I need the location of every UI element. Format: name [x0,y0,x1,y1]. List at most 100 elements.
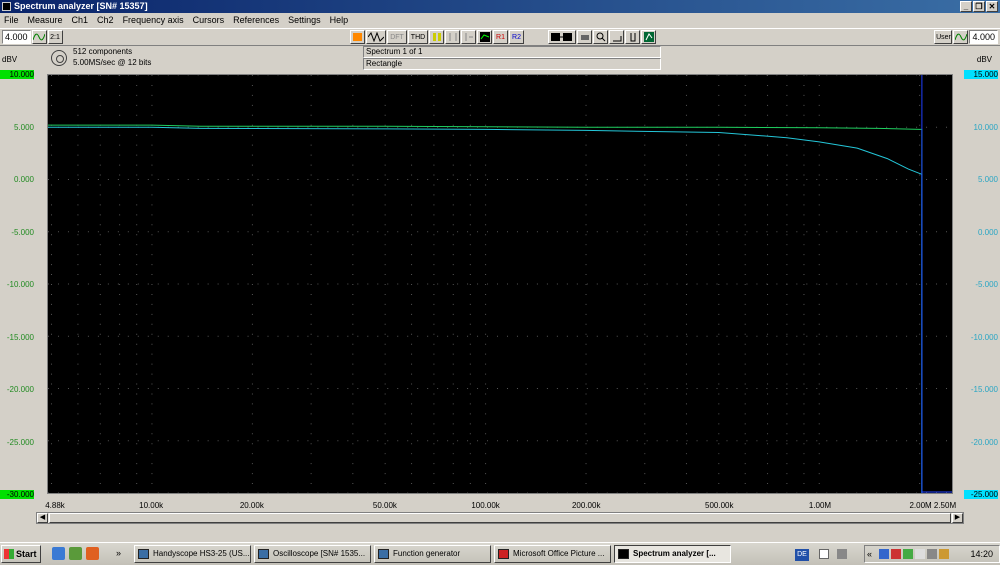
scroll-thumb[interactable] [49,513,951,523]
left-tick-label: 0.000 [13,175,34,184]
ch2-waveform-icon[interactable] [953,30,969,44]
network-icon[interactable] [879,549,889,559]
system-tray: DE « 14:20 [795,545,1000,563]
menu-ch2[interactable]: Ch2 [93,14,119,27]
horizontal-scrollbar[interactable]: ◀ ▶ [36,512,964,524]
security-icon[interactable] [891,549,901,559]
cursor-icon[interactable] [445,30,460,44]
spectrum-plot[interactable] [47,74,953,494]
waveform-view-icon[interactable] [366,30,386,44]
tray-expand-icon[interactable]: « [867,549,875,559]
task-picture-manager[interactable]: Microsoft Office Picture ... [494,545,611,563]
oscilloscope-app-icon [258,549,269,559]
right-tick-label: 15.000 [964,70,998,79]
ch1-waveform-icon[interactable] [31,30,47,44]
dft-button[interactable]: DFT [387,30,407,44]
signal-icon[interactable] [350,30,365,44]
menu-bar: File Measure Ch1 Ch2 Frequency axis Curs… [0,14,1000,27]
x-tick-label: 50.00k [372,501,397,510]
menu-measure[interactable]: Measure [24,14,68,27]
handyscope-app-icon [138,549,149,559]
close-button[interactable]: ✕ [986,1,998,12]
minimize-button[interactable]: _ [960,1,972,12]
wireless-icon[interactable] [915,549,925,559]
menu-ch1[interactable]: Ch1 [68,14,94,27]
right-tick-label: 10.000 [973,122,998,132]
menu-file[interactable]: File [0,14,24,27]
right-tick-label: 0.000 [977,227,998,237]
scroll-left-arrow-icon[interactable]: ◀ [37,513,48,523]
right-tick-label: -25.000 [964,490,998,499]
menu-cursors[interactable]: Cursors [189,14,230,27]
volume-icon[interactable] [927,549,937,559]
task-handyscope[interactable]: Handyscope HS3-25 (US... [134,545,251,563]
r1-button[interactable]: R1 [493,30,508,44]
scroll-right-arrow-icon[interactable]: ▶ [952,513,963,523]
x-tick-label: 1.00M [808,501,832,510]
right-tick-label: -5.000 [975,280,998,289]
scope-icon[interactable] [641,30,656,44]
ch1-zoom-toggle[interactable]: 2:1 [47,30,63,44]
x-tick-label: 500.00k [705,501,734,510]
print-icon[interactable] [577,30,592,44]
title-bar: Spectrum analyzer [SN# 15357] _ ❐ ✕ [0,0,1000,13]
explorer-icon[interactable] [69,547,82,560]
left-tick-label: -30.000 [0,490,34,499]
r2-button[interactable]: R2 [509,30,524,44]
language-indicator[interactable]: DE [795,549,809,561]
pause-icon[interactable] [429,30,444,44]
task-function-generator[interactable]: Function generator [374,545,491,563]
connect-icon[interactable] [548,30,576,44]
magnifier-icon[interactable] [593,30,608,44]
marker-icon[interactable] [625,30,640,44]
spectrum-plot-svg [48,75,952,493]
right-tick-label: -15.000 [970,385,998,394]
function-generator-app-icon [378,549,389,559]
left-tick-label: -10.000 [6,280,34,289]
help-icon[interactable] [819,549,829,559]
right-tick-label: -20.000 [970,437,998,447]
windows-logo-icon [4,549,14,559]
left-tick-label: -20.000 [6,385,34,394]
left-tick-label: -25.000 [6,437,34,447]
record-icon[interactable] [51,50,67,66]
user-button[interactable]: User [934,30,953,44]
window-function[interactable]: Rectangle [363,58,661,70]
cursor-alt-icon[interactable] [461,30,476,44]
start-button[interactable]: Start [1,545,41,563]
spectrum-analyzer-window: Spectrum analyzer [SN# 15357] _ ❐ ✕ File… [0,0,1000,565]
menu-settings[interactable]: Settings [284,14,326,27]
x-tick-label: 2.50M [933,501,957,510]
safely-remove-icon[interactable] [903,549,913,559]
power-icon[interactable] [939,549,949,559]
menu-references[interactable]: References [229,14,284,27]
left-tick-label: 5.000 [13,122,34,132]
reference-icon[interactable] [477,30,492,44]
clock: 14:20 [970,549,993,559]
export-icon[interactable] [609,30,624,44]
toolbar: 4.000 2:1 DFT THD R1 R2 User 4.000 [0,28,1000,46]
ch2-sensitivity-value[interactable]: 4.000 [969,30,998,44]
pen-icon[interactable] [837,549,847,559]
quicklaunch-more-icon[interactable]: » [116,547,124,560]
sample-rate: 5.00MS/sec @ 12 bits [73,58,152,67]
right-axis-unit: dBV [976,55,992,64]
x-tick-label: 200.00k [571,501,601,510]
task-spectrum-analyzer[interactable]: Spectrum analyzer [... [614,545,731,563]
restore-button[interactable]: ❐ [973,1,985,12]
menu-frequency-axis[interactable]: Frequency axis [119,14,189,27]
ch1-spectrum-line [48,124,923,493]
ch1-sensitivity-value[interactable]: 4.000 [2,30,31,44]
ie-icon[interactable] [52,547,65,560]
task-oscilloscope[interactable]: Oscilloscope [SN# 1535... [254,545,371,563]
x-tick-label: 20.00k [239,501,264,510]
menu-help[interactable]: Help [326,14,354,27]
ch2-spectrum-line [48,126,923,493]
thd-button[interactable]: THD [408,30,428,44]
left-tick-label: 10.000 [0,70,34,79]
right-tick-label: 5.000 [977,175,998,184]
firefox-icon[interactable] [86,547,99,560]
x-tick-label: 100.00k [471,501,500,510]
x-tick-label: 10.00k [139,501,164,510]
info-panel: 512 components 5.00MS/sec @ 12 bits Spec… [47,46,953,70]
